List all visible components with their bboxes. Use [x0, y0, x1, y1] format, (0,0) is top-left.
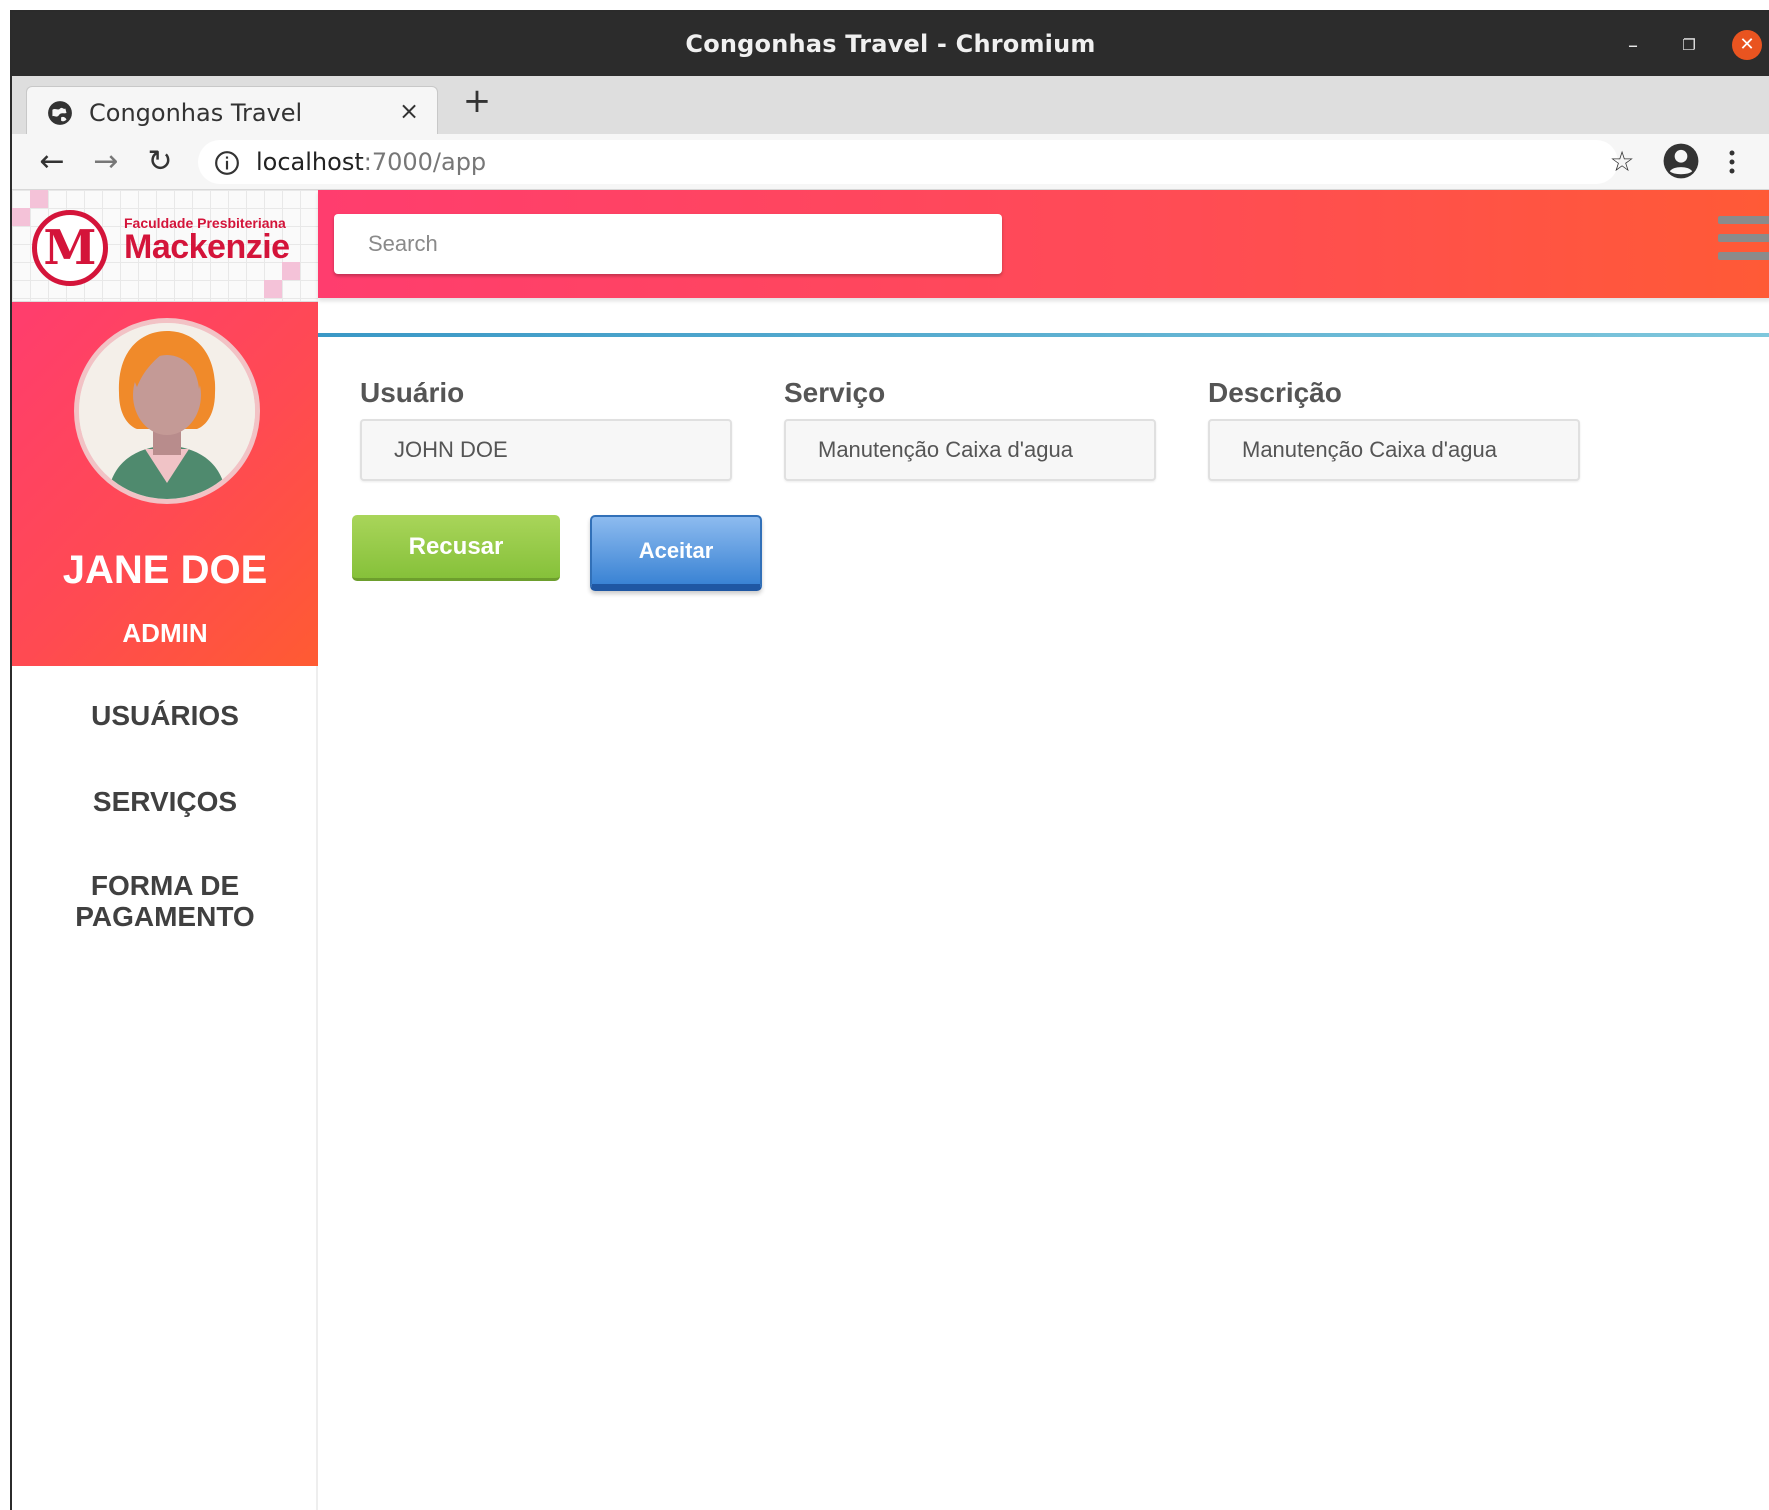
- title-bar: Congonhas Travel - Chromium – ❐ ✕: [12, 12, 1769, 76]
- url-text: localhost:7000/app: [256, 148, 486, 176]
- logo-letter: M: [43, 220, 97, 276]
- search-input[interactable]: [334, 214, 1002, 274]
- logo-tile: [30, 190, 48, 208]
- url-path: :7000/app: [363, 148, 487, 176]
- window-title: Congonhas Travel - Chromium: [685, 30, 1096, 58]
- arrow-left-icon[interactable]: ←: [34, 144, 70, 180]
- minimize-icon[interactable]: –: [1618, 30, 1648, 60]
- logo-emblem: M: [32, 210, 108, 286]
- logo-title: Mackenzie: [124, 228, 290, 266]
- more-vert-icon[interactable]: [1722, 144, 1742, 180]
- tab-strip: Congonhas Travel ×: [12, 76, 1769, 136]
- new-tab-button[interactable]: +: [460, 84, 494, 118]
- usuario-field[interactable]: [360, 419, 732, 481]
- globe-icon: [48, 101, 72, 125]
- url-host: localhost: [256, 148, 364, 176]
- profile-card: JANE DOE ADMIN: [12, 302, 318, 666]
- servico-field[interactable]: [784, 419, 1156, 481]
- browser-toolbar: ← → ↻ localhost:7000/app ☆: [12, 134, 1769, 190]
- descricao-label: Descrição: [1208, 377, 1342, 408]
- account-circle-icon[interactable]: [1662, 142, 1700, 180]
- tab-title: Congonhas Travel: [89, 99, 303, 127]
- sidebar-item-forma-de-pagamento[interactable]: FORMA DE PAGAMENTO: [12, 870, 318, 932]
- profile-name: JANE DOE: [62, 548, 268, 592]
- tab-close-icon[interactable]: ×: [399, 97, 419, 125]
- logo[interactable]: M Faculdade Presbiteriana Mackenzie: [12, 190, 318, 302]
- hamburger-icon[interactable]: [1718, 216, 1769, 266]
- star-icon[interactable]: ☆: [1604, 144, 1640, 180]
- profile-role: ADMIN: [122, 618, 208, 648]
- browser-tab[interactable]: Congonhas Travel ×: [26, 86, 438, 136]
- logo-tile: [12, 208, 30, 226]
- reload-icon[interactable]: ↻: [142, 144, 178, 180]
- close-icon[interactable]: ✕: [1732, 30, 1762, 60]
- content-divider: [318, 333, 1769, 337]
- sidebar: M Faculdade Presbiteriana Mackenzie JANE…: [12, 190, 318, 1510]
- maximize-icon[interactable]: ❐: [1674, 30, 1704, 60]
- app-page: M Faculdade Presbiteriana Mackenzie JANE…: [12, 190, 1769, 1510]
- user-avatar-icon: [79, 323, 255, 499]
- browser-window: Congonhas Travel - Chromium – ❐ ✕ Congon…: [10, 10, 1769, 1510]
- address-bar[interactable]: localhost:7000/app: [198, 140, 1618, 184]
- sidebar-item-usuarios[interactable]: USUÁRIOS: [12, 700, 318, 731]
- logo-tile: [264, 280, 282, 298]
- reject-button[interactable]: Recusar: [352, 515, 560, 581]
- accept-button[interactable]: Aceitar: [590, 515, 762, 591]
- usuario-label: Usuário: [360, 377, 465, 408]
- sidebar-item-servicos[interactable]: SERVIÇOS: [12, 786, 318, 817]
- top-bar: [318, 190, 1769, 298]
- arrow-right-icon[interactable]: →: [88, 144, 124, 180]
- info-icon[interactable]: [214, 150, 240, 176]
- descricao-field[interactable]: [1208, 419, 1580, 481]
- avatar[interactable]: [74, 318, 260, 504]
- servico-label: Serviço: [784, 377, 886, 408]
